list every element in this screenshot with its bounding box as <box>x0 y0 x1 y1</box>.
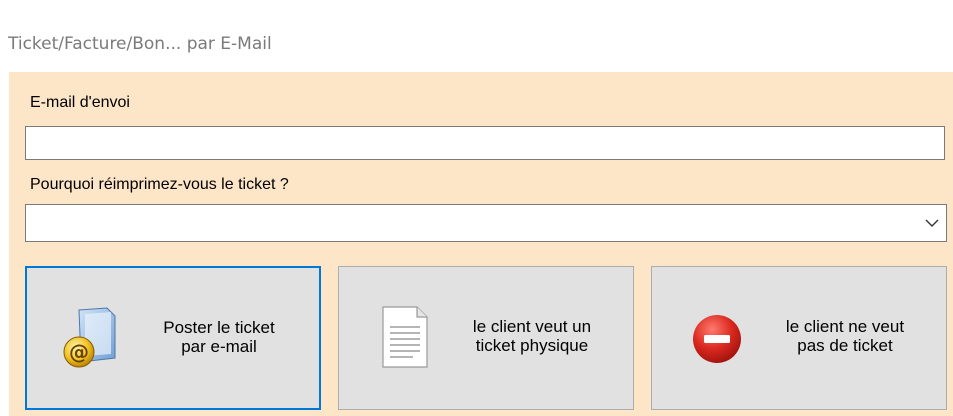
email-form-panel: E-mail d'envoi Pourquoi réimprimez-vous … <box>9 72 953 416</box>
send-email-button-label: Poster le ticket par e-mail <box>163 318 275 356</box>
no-entry-icon <box>693 315 741 363</box>
svg-text:@: @ <box>69 340 89 364</box>
document-icon <box>382 306 428 368</box>
window-title: Ticket/Facture/Bon... par E-Mail <box>8 34 272 54</box>
email-label: E-mail d'envoi <box>30 94 130 111</box>
email-input[interactable] <box>25 126 945 160</box>
no-ticket-button-label: le client ne veut pas de ticket <box>785 317 905 355</box>
chevron-down-icon <box>925 219 939 227</box>
physical-ticket-button[interactable]: le client veut un ticket physique <box>338 266 634 410</box>
reason-label: Pourquoi réimprimez-vous le ticket ? <box>30 176 289 193</box>
reason-select[interactable] <box>25 204 947 242</box>
send-email-button[interactable]: @ Poster le ticket par e-mail <box>25 266 321 410</box>
email-folder-icon: @ <box>63 307 116 368</box>
physical-ticket-button-label: le client veut un ticket physique <box>472 317 592 355</box>
no-ticket-button[interactable]: le client ne veut pas de ticket <box>651 266 947 410</box>
